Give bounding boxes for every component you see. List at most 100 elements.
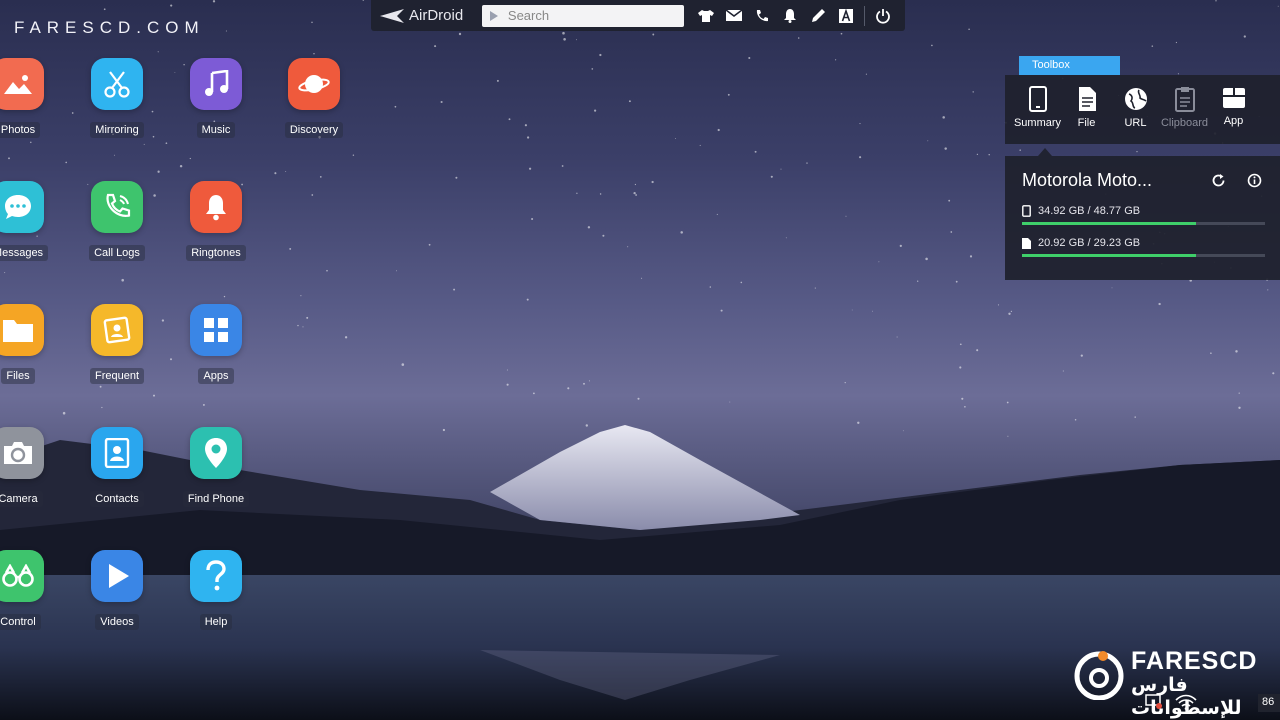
sd-card-icon [1022, 237, 1031, 249]
logo-name: FARESCD [1131, 647, 1258, 675]
app-label: Videos [95, 614, 139, 630]
toolbar-icons [692, 4, 897, 28]
app-label: Apps [198, 368, 234, 384]
tshirt-icon[interactable] [692, 4, 720, 28]
tool-label: Clipboard [1160, 117, 1209, 129]
top-toolbar: AirDroid [371, 0, 905, 31]
app-label: Frequent [89, 368, 145, 384]
app-files[interactable]: Files [0, 304, 63, 384]
device-summary-panel: Motorola Moto... 34.92 GB / 48.77 GB 20.… [1005, 156, 1280, 280]
toolbox-panel: Summary File URL Clipboard App [1005, 75, 1280, 144]
app-label: Messages [0, 245, 49, 261]
monitor-icon[interactable] [1145, 694, 1163, 710]
toolbox-tab[interactable]: Toolbox [1019, 56, 1120, 75]
chat-bubble-icon [0, 181, 44, 233]
app-label: Discovery [284, 122, 344, 138]
tool-label: URL [1124, 117, 1147, 129]
tool-label: App [1223, 115, 1244, 127]
app-discovery[interactable]: Discovery [269, 58, 359, 138]
storage-label: 34.92 GB / 48.77 GB [1038, 205, 1141, 217]
storage-bar [1022, 254, 1265, 257]
sd-storage: 20.92 GB / 29.23 GB [1022, 237, 1265, 257]
app-label: Help [199, 614, 233, 630]
app-contacts[interactable]: Contacts [72, 427, 162, 507]
device-name: Motorola Moto... [1022, 170, 1153, 190]
tray-badge: 86 [1258, 694, 1280, 712]
app-music[interactable]: Music [171, 58, 261, 138]
photos-icon [0, 58, 44, 110]
storage-fill [1022, 222, 1196, 225]
phone-storage: 34.92 GB / 48.77 GB [1022, 205, 1265, 225]
search-input[interactable] [507, 8, 678, 23]
scissors-icon [91, 58, 143, 110]
storage-label: 20.92 GB / 29.23 GB [1038, 237, 1141, 249]
app-messages[interactable]: Messages [0, 181, 63, 261]
app-find-phone[interactable]: Find Phone [171, 427, 261, 507]
music-note-icon [190, 58, 242, 110]
storage-bar [1022, 222, 1265, 225]
tool-app[interactable]: App [1209, 86, 1258, 144]
tool-label: File [1077, 117, 1096, 129]
bell-icon [190, 181, 242, 233]
pen-icon[interactable] [804, 4, 832, 28]
info-icon[interactable] [1246, 171, 1264, 191]
app-videos[interactable]: Videos [72, 550, 162, 630]
app-label: Files [1, 368, 35, 384]
app-label: Camera [0, 491, 43, 507]
phone-icon[interactable] [748, 4, 776, 28]
disc-logo-icon [1074, 651, 1124, 700]
app-label: Control [0, 614, 41, 630]
mail-icon[interactable] [720, 4, 748, 28]
app-label: Mirroring [90, 122, 144, 138]
app-call-logs[interactable]: Call Logs [72, 181, 162, 261]
tool-summary[interactable]: Summary [1013, 86, 1062, 144]
search-box[interactable] [481, 4, 684, 27]
font-icon[interactable] [832, 4, 860, 28]
location-pin-icon [190, 427, 242, 479]
phone-storage-icon [1022, 205, 1031, 217]
binoculars-icon [0, 550, 44, 602]
power-icon[interactable] [869, 4, 897, 28]
app-control[interactable]: Control [0, 550, 63, 630]
tool-url[interactable]: URL [1111, 86, 1160, 144]
site-watermark: FARESCD.COM [14, 18, 205, 37]
bell-icon[interactable] [776, 4, 804, 28]
tool-label: Summary [1013, 117, 1062, 129]
app-help[interactable]: Help [171, 550, 261, 630]
app-ringtones[interactable]: Ringtones [171, 181, 261, 261]
app-label: Music [196, 122, 236, 138]
storage-fill [1022, 254, 1196, 257]
app-camera[interactable]: Camera [0, 427, 63, 507]
folder-icon [0, 304, 44, 356]
wifi-icon[interactable] [1175, 694, 1197, 710]
app-apps[interactable]: Apps [171, 304, 261, 384]
play-icon [91, 550, 143, 602]
brand-name: AirDroid [409, 7, 464, 24]
paper-plane-icon [380, 8, 404, 23]
planet-icon [288, 58, 340, 110]
phone-outline-icon [1028, 86, 1047, 112]
app-label: Contacts [90, 491, 144, 507]
refresh-icon[interactable] [1210, 171, 1228, 191]
grid-icon [190, 304, 242, 356]
airdroid-logo[interactable]: AirDroid [379, 7, 482, 24]
app-frequent[interactable]: Frequent [72, 304, 162, 384]
tool-file[interactable]: File [1062, 86, 1111, 144]
camera-icon [0, 427, 44, 479]
toolbar-divider [864, 5, 865, 26]
globe-icon [1124, 88, 1147, 110]
toolbox-pointer [1038, 148, 1052, 156]
app-photos[interactable]: Photos [0, 58, 63, 138]
clipboard-icon [1174, 87, 1195, 112]
tool-clipboard[interactable]: Clipboard [1160, 86, 1209, 144]
phone-icon [91, 181, 143, 233]
app-label: Call Logs [89, 245, 145, 261]
document-icon [1078, 87, 1096, 111]
system-tray [1145, 694, 1197, 710]
app-label: Find Phone [182, 491, 250, 507]
app-mirroring[interactable]: Mirroring [72, 58, 162, 138]
contact-card-icon [91, 304, 143, 356]
app-label: Photos [0, 122, 41, 138]
app-label: Ringtones [186, 245, 246, 261]
question-icon [190, 550, 242, 602]
